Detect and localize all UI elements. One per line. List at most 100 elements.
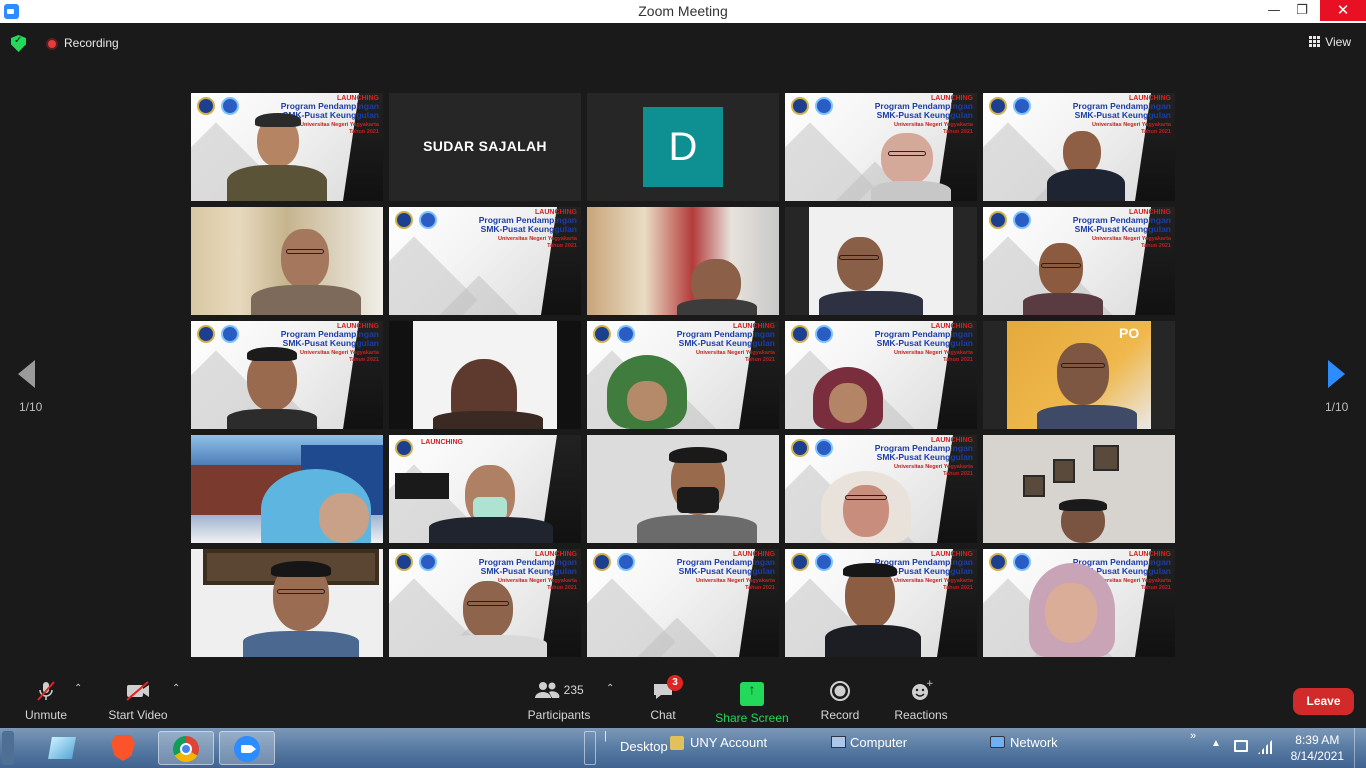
computer-icon xyxy=(831,736,846,748)
participant-tile[interactable] xyxy=(389,321,581,429)
uny-logo-icon xyxy=(197,325,215,343)
toolbar-overflow-chevron-icon[interactable]: » xyxy=(1190,730,1196,742)
participant-name: SUDAR SAJALAH xyxy=(423,138,547,154)
taskbar-app-icon[interactable] xyxy=(38,731,86,765)
tray-expand-icon[interactable]: ▲ xyxy=(1211,738,1221,749)
previous-page-button[interactable] xyxy=(18,360,48,390)
chevron-left-icon xyxy=(18,360,35,388)
leave-button[interactable]: Leave xyxy=(1293,688,1354,715)
participant-tile[interactable]: LAUNCHING Program Pendampingan SMK-Pusat … xyxy=(983,549,1175,657)
desktop-toolbar-label[interactable]: Desktop xyxy=(620,739,668,754)
system-clock[interactable]: 8:39 AM 8/14/2021 xyxy=(1291,732,1344,764)
participant-tile[interactable] xyxy=(785,207,977,315)
slide-program-text: Program Pendampingan SMK-Pusat Keunggulan xyxy=(676,557,775,576)
record-button[interactable]: Record xyxy=(816,679,864,722)
participant-tile[interactable]: LAUNCHING Program Pendampingan SMK-Pusat … xyxy=(785,549,977,657)
security-shield-icon[interactable] xyxy=(11,35,26,52)
slide-univ-text: Universitas Negeri Yogyakarta Tahun 2021 xyxy=(894,350,973,363)
participant-tile[interactable] xyxy=(191,207,383,315)
participants-button[interactable]: 235 Participants xyxy=(524,679,594,722)
participant-tile[interactable]: LAUNCHING Program Pendampingan SMK-Pusat … xyxy=(785,435,977,543)
participant-tile[interactable]: LAUNCHING Program Pendampingan SMK-Pusat … xyxy=(389,207,581,315)
participant-tile[interactable]: LAUNCHING Program Pendampingan SMK-Pusat … xyxy=(191,93,383,201)
participant-tile[interactable]: LAUNCHING Program Pendampingan SMK-Pusat … xyxy=(785,93,977,201)
participant-tile[interactable]: LAUNCHING Program Pendampingan SMK-Pusat … xyxy=(389,549,581,657)
uny-logo-icon xyxy=(989,97,1007,115)
participant-tile[interactable] xyxy=(191,435,383,543)
participant-tile[interactable] xyxy=(191,549,383,657)
computer-link[interactable]: Computer xyxy=(850,735,907,750)
window-titlebar: Zoom Meeting — ❐ ✕ xyxy=(0,0,1366,23)
slide-univ-text: Universitas Negeri Yogyakarta Tahun 2021 xyxy=(894,578,973,591)
uny-logo-icon xyxy=(395,439,413,457)
chat-button[interactable]: 3 Chat xyxy=(640,675,686,722)
participant-tile[interactable]: D xyxy=(587,93,779,201)
participants-options-caret-icon[interactable]: ⌃ xyxy=(606,683,614,694)
network-icon xyxy=(990,736,1005,748)
uny-logo-icon xyxy=(791,325,809,343)
participants-icon xyxy=(535,682,560,698)
view-label: View xyxy=(1325,35,1351,49)
record-icon xyxy=(830,681,850,701)
video-off-icon xyxy=(126,681,149,701)
brave-browser-icon[interactable] xyxy=(99,731,147,765)
kemdikbud-logo-icon xyxy=(1013,553,1031,571)
page-indicator-left: 1/10 xyxy=(19,400,43,414)
share-screen-label: Share Screen xyxy=(715,711,789,725)
view-button[interactable]: View xyxy=(1309,35,1351,49)
uny-logo-icon xyxy=(395,211,413,229)
restore-button[interactable]: ❐ xyxy=(1288,0,1316,23)
chrome-browser-icon[interactable] xyxy=(158,731,214,765)
chat-unread-badge: 3 xyxy=(667,675,683,691)
uny-logo-icon xyxy=(791,97,809,115)
unmute-button[interactable]: Unmute xyxy=(20,679,72,722)
reactions-button[interactable]: + Reactions xyxy=(892,679,950,722)
meeting-topbar: Recording View xyxy=(0,23,1366,63)
signal-strength-icon[interactable] xyxy=(1258,738,1274,754)
participant-tile[interactable]: PO xyxy=(983,321,1175,429)
participant-tile[interactable]: LAUNCHING Program Pendampingan SMK-Pusat … xyxy=(587,549,779,657)
start-video-button[interactable]: Start Video xyxy=(106,679,170,722)
kemdikbud-logo-icon xyxy=(815,325,833,343)
kemdikbud-logo-icon xyxy=(815,439,833,457)
video-options-caret-icon[interactable]: ⌃ xyxy=(172,683,180,694)
participant-tile[interactable]: LAUNCHING Program Pendampingan SMK-Pusat … xyxy=(983,93,1175,201)
share-screen-button[interactable]: Share Screen xyxy=(714,679,790,725)
slide-program-text: Program Pendampingan SMK-Pusat Keunggulan xyxy=(874,443,973,462)
show-desktop-button[interactable] xyxy=(1354,728,1366,768)
start-button[interactable] xyxy=(2,731,14,765)
minimize-button[interactable]: — xyxy=(1260,0,1288,23)
slide-program-text: Program Pendampingan SMK-Pusat Keunggulan xyxy=(676,329,775,348)
close-button[interactable]: ✕ xyxy=(1320,0,1366,21)
participant-tile[interactable]: SUDAR SAJALAH xyxy=(389,93,581,201)
slide-program-text: Program Pendampingan SMK-Pusat Keunggulan xyxy=(1072,101,1171,120)
participant-tile-active-speaker[interactable]: LAUNCHING xyxy=(389,435,581,543)
participant-tile[interactable]: LAUNCHING Program Pendampingan SMK-Pusat … xyxy=(785,321,977,429)
participant-tile[interactable]: LAUNCHING Program Pendampingan SMK-Pusat … xyxy=(191,321,383,429)
participant-tile[interactable]: LAUNCHING Program Pendampingan SMK-Pusat … xyxy=(587,321,779,429)
zoom-taskbar-icon[interactable] xyxy=(219,731,275,765)
audio-options-caret-icon[interactable]: ⌃ xyxy=(74,683,82,694)
recording-label[interactable]: Recording xyxy=(64,36,119,50)
reactions-label: Reactions xyxy=(894,708,948,722)
record-label: Record xyxy=(820,708,860,722)
uny-logo-icon xyxy=(197,97,215,115)
slide-univ-text: Universitas Negeri Yogyakarta Tahun 2021 xyxy=(1092,122,1171,135)
slide-program-text: Program Pendampingan SMK-Pusat Keunggulan xyxy=(478,215,577,234)
kemdikbud-logo-icon xyxy=(221,325,239,343)
participant-tile[interactable]: LAUNCHING Program Pendampingan SMK-Pusat … xyxy=(983,207,1175,315)
toolbar-grip[interactable] xyxy=(584,731,596,765)
participant-tile[interactable] xyxy=(587,435,779,543)
uny-account-link[interactable]: UNY Account xyxy=(690,735,767,750)
slide-univ-text: Universitas Negeri Yogyakarta Tahun 2021 xyxy=(696,578,775,591)
participant-tile[interactable] xyxy=(983,435,1175,543)
network-link[interactable]: Network xyxy=(1010,735,1058,750)
participant-tile[interactable] xyxy=(587,207,779,315)
next-page-button[interactable] xyxy=(1320,360,1350,390)
share-screen-arrow-icon xyxy=(740,681,764,706)
slide-univ-text: Universitas Negeri Yogyakarta Tahun 2021 xyxy=(300,350,379,363)
video-gallery: LAUNCHING Program Pendampingan SMK-Pusat … xyxy=(191,93,1177,659)
display-tray-icon[interactable] xyxy=(1234,740,1248,752)
slide-univ-text: Universitas Negeri Yogyakarta Tahun 2021 xyxy=(696,350,775,363)
slide-program-text: Program Pendampingan SMK-Pusat Keunggulan xyxy=(874,329,973,348)
